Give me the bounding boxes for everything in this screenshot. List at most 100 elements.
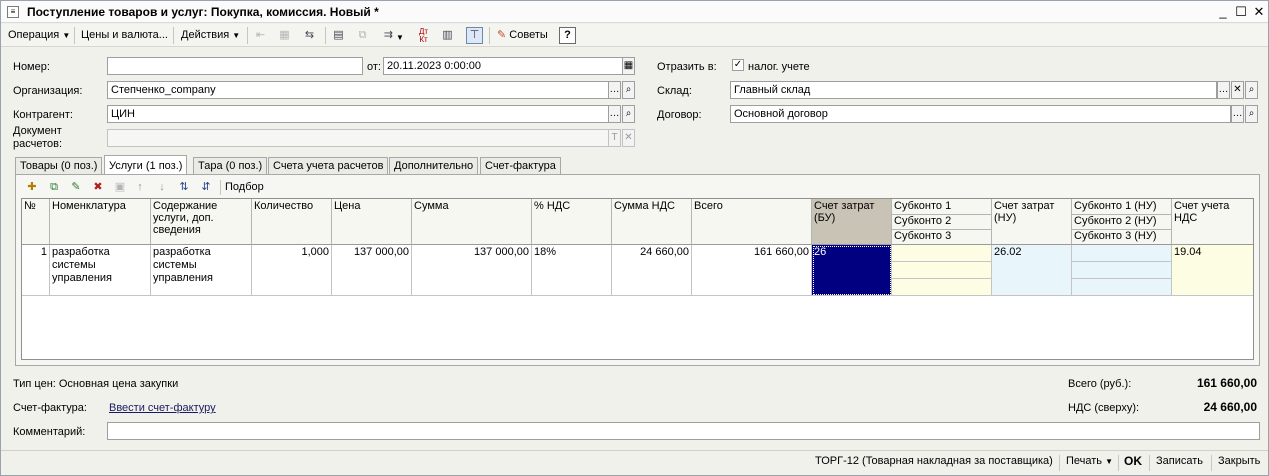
- cell-vat-account[interactable]: 19.04: [1172, 245, 1253, 296]
- cell-cost-account-nu[interactable]: 26.02: [992, 245, 1072, 296]
- clear-icon[interactable]: ✕: [622, 129, 635, 147]
- report-icon[interactable]: ▥: [439, 27, 456, 44]
- col-header-number[interactable]: №: [22, 199, 50, 245]
- vat-label: НДС (сверху):: [1068, 402, 1140, 414]
- tax-accounting-checkbox[interactable]: ✓: [732, 59, 744, 71]
- cell-number[interactable]: 1: [22, 245, 50, 296]
- sort-ascending-icon[interactable]: ⇅: [176, 179, 192, 195]
- toolbar-separator: [489, 27, 490, 44]
- cell-subconto-group[interactable]: [892, 245, 992, 296]
- col-header-subconto3-nu: Субконто 3 (НУ): [1074, 230, 1157, 242]
- col-header-subconto1-nu: Субконто 1 (НУ): [1074, 200, 1157, 212]
- open-search-icon[interactable]: ⌕: [622, 105, 635, 123]
- col-header-subconto2-nu: Субконто 2 (НУ): [1074, 215, 1157, 227]
- col-header-content[interactable]: Содержание услуги, доп. сведения: [151, 199, 252, 245]
- delete-row-icon[interactable]: ✖: [90, 179, 106, 195]
- cell-cost-account-bu[interactable]: 26: [812, 245, 892, 296]
- col-header-quantity[interactable]: Количество: [252, 199, 332, 245]
- number-field[interactable]: [107, 57, 363, 75]
- print-menu[interactable]: Печать ▼: [1066, 455, 1113, 467]
- date-field[interactable]: 20.11.2023 0:00:00: [383, 57, 623, 75]
- cell-price[interactable]: 137 000,00: [332, 245, 412, 296]
- actions-menu[interactable]: Действия ▼: [177, 26, 244, 45]
- maximize-button[interactable]: ☐: [1233, 4, 1249, 20]
- minimize-button[interactable]: _: [1215, 4, 1231, 20]
- refresh-icon[interactable]: ⇆: [301, 27, 318, 44]
- comment-field[interactable]: [107, 422, 1260, 440]
- col-header-subconto-nu-group[interactable]: Субконто 1 (НУ) Субконто 2 (НУ) Субконто…: [1072, 199, 1172, 245]
- create-based-on-icon[interactable]: ⇉: [380, 27, 397, 44]
- col-header-subconto1: Субконто 1: [894, 200, 952, 212]
- open-search-icon[interactable]: ⌕: [1245, 81, 1258, 99]
- toolbar-separator: [325, 27, 326, 44]
- close-button[interactable]: ✕: [1251, 4, 1267, 20]
- tab-goods[interactable]: Товары (0 поз.): [15, 157, 103, 174]
- structure-subordination-icon[interactable]: ⊤: [466, 27, 483, 44]
- select-ellipsis-icon[interactable]: …: [1217, 81, 1230, 99]
- calendar-icon[interactable]: ▦: [622, 57, 635, 75]
- move-up-icon[interactable]: ↑: [132, 179, 148, 195]
- col-header-cost-account-nu[interactable]: Счет затрат (НУ): [992, 199, 1072, 245]
- torg12-print-button[interactable]: ТОРГ-12 (Товарная накладная за поставщик…: [815, 455, 1053, 467]
- select-ellipsis-icon[interactable]: …: [608, 81, 621, 99]
- help-icon[interactable]: ?: [559, 27, 576, 44]
- col-header-price[interactable]: Цена: [332, 199, 412, 245]
- cell-total[interactable]: 161 660,00: [692, 245, 812, 296]
- cell-subconto-nu-group[interactable]: [1072, 245, 1172, 296]
- open-search-icon[interactable]: ⌕: [1245, 105, 1258, 123]
- cell-vat-sum[interactable]: 24 660,00: [612, 245, 692, 296]
- warehouse-field[interactable]: Главный склад: [730, 81, 1217, 99]
- col-header-subconto-group[interactable]: Субконто 1 Субконто 2 Субконто 3: [892, 199, 992, 245]
- enter-invoice-link[interactable]: Ввести счет-фактуру: [109, 402, 216, 414]
- edit-row-icon[interactable]: ✎: [68, 179, 84, 195]
- select-ellipsis-icon[interactable]: …: [1231, 105, 1244, 123]
- col-header-total[interactable]: Всего: [692, 199, 812, 245]
- tab-invoice[interactable]: Счет-фактура: [480, 157, 561, 174]
- move-down-icon[interactable]: ↓: [154, 179, 170, 195]
- col-header-sum[interactable]: Сумма: [412, 199, 532, 245]
- tab-packaging[interactable]: Тара (0 поз.): [193, 157, 268, 174]
- go-back-icon[interactable]: ⇤: [252, 27, 269, 44]
- copy-row-icon[interactable]: ⧉: [46, 179, 62, 195]
- sort-descending-icon[interactable]: ⇵: [198, 179, 214, 195]
- contractor-field[interactable]: ЦИН: [107, 105, 609, 123]
- cell-quantity[interactable]: 1,000: [252, 245, 332, 296]
- action-bar: ТОРГ-12 (Товарная накладная за поставщик…: [1, 450, 1268, 474]
- dropdown-arrow-icon[interactable]: ▼: [396, 28, 404, 47]
- cell-divider: [1072, 278, 1171, 279]
- select-ellipsis-icon[interactable]: …: [608, 105, 621, 123]
- tab-additional[interactable]: Дополнительно: [389, 157, 479, 174]
- tab-settlement-accounts[interactable]: Счета учета расчетов: [268, 157, 389, 174]
- dt-kt-icon[interactable]: Дт Кт: [415, 27, 432, 44]
- copy-icon[interactable]: ⧉: [354, 27, 371, 44]
- tab-services[interactable]: Услуги (1 поз.): [104, 155, 188, 175]
- clear-icon[interactable]: ✕: [1231, 81, 1244, 99]
- organization-field[interactable]: Степченко_company: [107, 81, 609, 99]
- prices-button[interactable]: Цены и валюта...: [77, 26, 172, 45]
- tips-button[interactable]: ✎ Советы: [493, 26, 552, 45]
- cell-vat-rate[interactable]: 18%: [532, 245, 612, 296]
- close-form-button[interactable]: Закрыть: [1218, 455, 1260, 467]
- settlement-doc-field[interactable]: [107, 129, 609, 147]
- type-select-icon[interactable]: T: [608, 129, 621, 147]
- save-button[interactable]: Записать: [1156, 455, 1203, 467]
- add-row-icon[interactable]: ✚: [24, 179, 40, 195]
- select-button[interactable]: Подбор: [225, 181, 264, 193]
- print-label: Печать: [1066, 455, 1103, 467]
- fill-icon[interactable]: ▤: [330, 27, 347, 44]
- col-header-cost-account-bu[interactable]: Счет затрат (БУ): [812, 199, 892, 245]
- operation-menu[interactable]: Операция ▼: [4, 26, 74, 45]
- end-edit-icon[interactable]: ▣: [112, 179, 128, 195]
- col-header-nomenclature[interactable]: Номенклатура: [50, 199, 151, 245]
- ok-button[interactable]: OK: [1124, 454, 1142, 468]
- col-header-vat-account[interactable]: Счет учета НДС: [1172, 199, 1253, 245]
- services-panel: ✚ ⧉ ✎ ✖ ▣ ↑ ↓ ⇅ ⇵ Подбор № Номенклатура …: [15, 174, 1260, 366]
- cell-sum[interactable]: 137 000,00: [412, 245, 532, 296]
- col-header-vat-rate[interactable]: % НДС: [532, 199, 612, 245]
- cell-content[interactable]: разработка системы управления: [151, 245, 252, 296]
- open-search-icon[interactable]: ⌕: [622, 81, 635, 99]
- col-header-vat-sum[interactable]: Сумма НДС: [612, 199, 692, 245]
- contract-field[interactable]: Основной договор: [730, 105, 1231, 123]
- cell-nomenclature[interactable]: разработка системы управления: [50, 245, 151, 296]
- structure-icon[interactable]: ▦: [276, 27, 293, 44]
